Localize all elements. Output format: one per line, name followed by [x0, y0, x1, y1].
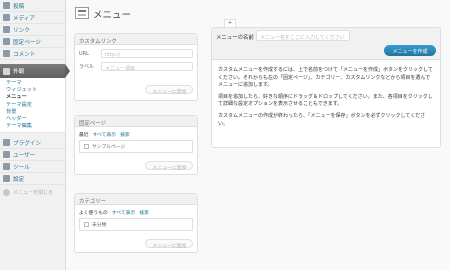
- post-icon: [3, 2, 10, 9]
- submenu-item-background[interactable]: 背景: [6, 109, 65, 116]
- menu-edit-panel: メニューの名前 メニュー名をここに入力してください メニューを作成 カスタムメニ…: [211, 27, 441, 148]
- page-title: メニュー: [93, 11, 132, 21]
- tab-search[interactable]: 検索: [120, 131, 130, 138]
- category-box: カテゴリー よく使うもの すべて表示 検索 未分類 メニューに追加: [74, 193, 198, 253]
- settings-icon: [3, 175, 10, 183]
- menu-instructions: カスタムメニューを作成するには、上で名前をつけて「メニューを作成」ボタンをクリッ…: [212, 60, 440, 139]
- collapse-icon: [3, 189, 10, 197]
- sidebar-item-tools[interactable]: ツール: [0, 161, 65, 174]
- url-label: URL: [79, 50, 89, 57]
- instruction-paragraph: 項目を追加したら、好きな順序にドラッグ＆ドロップしてください。また、各項目をクリ…: [218, 93, 433, 108]
- sidebar-item-links[interactable]: リンク: [0, 24, 65, 36]
- instruction-paragraph: カスタムメニューの作成が終わったら、「メニューを保存」ボタンを必ずクリックしてく…: [218, 112, 426, 127]
- add-category-button[interactable]: メニューに追加: [145, 239, 193, 249]
- collapse-menu-button[interactable]: メニューを閉じる: [0, 185, 65, 200]
- sidebar-item-media[interactable]: メディア: [0, 12, 65, 24]
- link-label-label: ラベル: [79, 64, 95, 70]
- appearance-submenu: テーマ ウィジェット メニュー テーマ設定 背景 ヘッダー テーマ編集: [0, 78, 65, 134]
- tab-view-all[interactable]: すべて表示: [112, 209, 135, 216]
- page-item-label: サンプルページ: [92, 145, 126, 150]
- admin-sidebar: 投稿 メディア リンク 固定ページ コメント 外観 テーマ ウィジェット メニュ…: [0, 0, 70, 270]
- menu-name-input[interactable]: メニュー名をここに入力してください: [256, 30, 350, 41]
- custom-link-box: カスタムリンク URL http:// ラベル メニュー項目 メニューに追加: [74, 33, 198, 101]
- link-label-field[interactable]: メニュー項目: [101, 62, 193, 72]
- category-tabs: よく使うもの すべて表示 検索: [79, 209, 193, 216]
- menu-header: メニューの名前 メニュー名をここに入力してください メニューを作成: [212, 28, 440, 60]
- media-icon: [3, 14, 10, 21]
- pages-box: 固定ページ 最近 すべて表示 検索 サンプルページ メニューに追加: [74, 115, 198, 175]
- sidebar-item-comments[interactable]: コメント: [0, 48, 65, 60]
- plugin-icon: [3, 139, 10, 147]
- menu-name-label: メニューの名前: [216, 35, 254, 41]
- category-box-title[interactable]: カテゴリー: [75, 194, 197, 205]
- submenu-item-theme-settings[interactable]: テーマ設定: [6, 102, 65, 109]
- page-checkbox[interactable]: [84, 144, 89, 149]
- sidebar-item-settings[interactable]: 設定: [0, 173, 65, 186]
- submenu-item-editor[interactable]: テーマ編集: [6, 123, 65, 130]
- sidebar-item-users[interactable]: ユーザー: [0, 149, 65, 162]
- pages-box-title[interactable]: 固定ページ: [75, 116, 197, 127]
- menus-page-icon: [75, 7, 89, 19]
- sidebar-item-pages[interactable]: 固定ページ: [0, 36, 65, 48]
- sidebar-item-appearance[interactable]: 外観: [0, 64, 70, 78]
- add-pages-button[interactable]: メニューに追加: [145, 161, 193, 171]
- tab-recent[interactable]: 最近: [79, 131, 89, 138]
- tab-most-used[interactable]: よく使うもの: [79, 209, 108, 216]
- sidebar-item-plugins[interactable]: プラグイン: [0, 137, 65, 150]
- submenu-item-menus[interactable]: メニュー: [6, 94, 65, 101]
- category-item-label: 未分類: [92, 223, 107, 228]
- url-field[interactable]: http://: [101, 49, 193, 58]
- tab-search[interactable]: 検索: [139, 209, 149, 216]
- tab-view-all[interactable]: すべて表示: [93, 131, 116, 138]
- pages-list: サンプルページ: [79, 140, 193, 153]
- sidebar-item-posts[interactable]: 投稿: [0, 0, 65, 12]
- add-custom-link-button[interactable]: メニューに追加: [145, 85, 193, 95]
- custom-link-box-title[interactable]: カスタムリンク: [75, 34, 197, 45]
- create-menu-button[interactable]: メニューを作成: [384, 45, 436, 56]
- page-icon: [3, 38, 10, 45]
- comment-icon: [3, 50, 10, 57]
- appearance-icon: [3, 67, 10, 75]
- instruction-paragraph: カスタムメニューを作成するには、上で名前をつけて「メニューを作成」ボタンをクリッ…: [218, 67, 433, 89]
- pages-tabs: 最近 すべて表示 検索: [79, 131, 193, 138]
- category-checkbox[interactable]: [84, 222, 89, 227]
- link-icon: [3, 26, 10, 33]
- tool-icon: [3, 163, 10, 171]
- user-icon: [3, 151, 10, 159]
- category-list: 未分類: [79, 218, 193, 231]
